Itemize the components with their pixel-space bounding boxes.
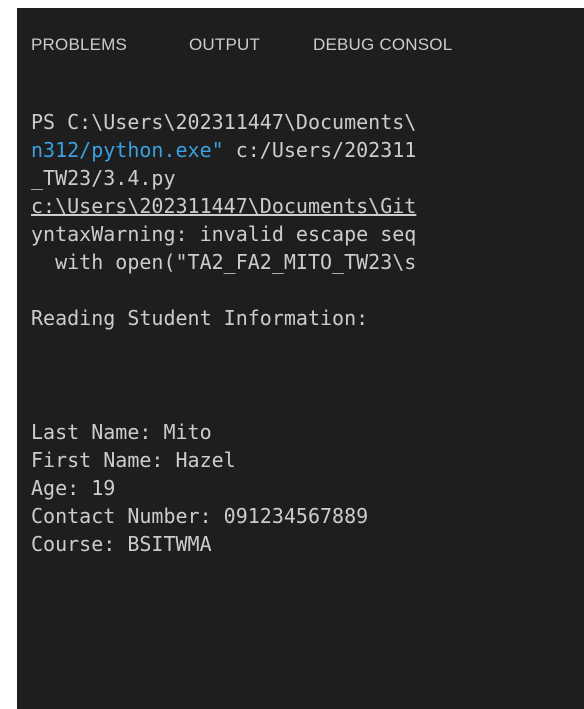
tab-debug-console[interactable]: DEBUG CONSOL (313, 35, 452, 55)
syntax-warning-line: yntaxWarning: invalid escape seq (31, 222, 417, 246)
terminal-line-prompt: PS C:\Users\202311447\Documents\ (31, 110, 417, 134)
terminal-panel: PROBLEMS OUTPUT DEBUG CONSOL PS C:\Users… (17, 8, 584, 709)
last-name-line: Last Name: Mito (31, 420, 212, 444)
tab-problems[interactable]: PROBLEMS (31, 35, 127, 55)
contact-number-line: Contact Number: 091234567889 (31, 504, 369, 528)
terminal-line-script: _TW23/3.4.py (31, 166, 176, 190)
warning-source-line: with open("TA2_FA2_MITO_TW23\s (31, 250, 417, 274)
file-path-link[interactable]: c:\Users\202311447\Documents\Git (31, 192, 416, 220)
first-name-line: First Name: Hazel (31, 448, 236, 472)
terminal-output[interactable]: PS C:\Users\202311447\Documents\ n312/py… (17, 96, 584, 709)
script-path-text: c:/Users/202311 (223, 138, 417, 162)
terminal-line-command: n312/python.exe" c:/Users/202311 (31, 136, 416, 164)
panel-tab-bar: PROBLEMS OUTPUT DEBUG CONSOL (17, 8, 584, 78)
age-line: Age: 19 (31, 476, 116, 500)
course-line: Course: BSITWMA (31, 532, 212, 556)
python-path-string: n312/python.exe" (31, 138, 224, 162)
reading-info-line: Reading Student Information: (31, 306, 369, 330)
tab-output[interactable]: OUTPUT (189, 35, 260, 55)
